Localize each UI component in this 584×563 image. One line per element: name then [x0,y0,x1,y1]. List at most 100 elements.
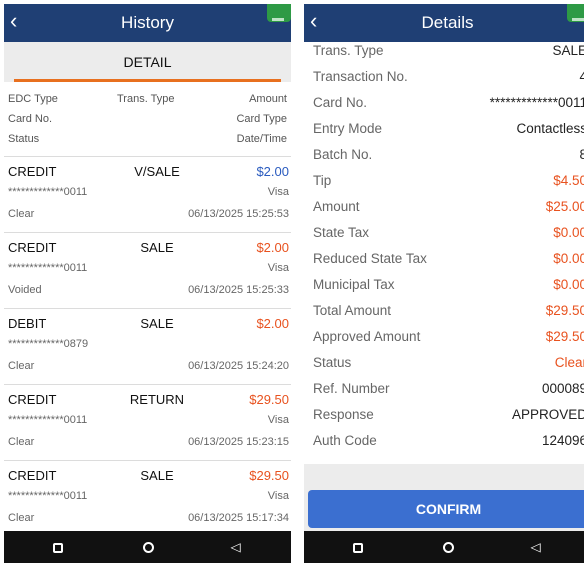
detail-value: 8 [579,147,584,162]
page-title: Details [421,13,474,32]
trans-type: SALE [140,240,174,255]
detail-label: Amount [313,199,360,214]
transaction-row[interactable]: CREDIT V/SALE $2.00 *************0011 Visa … [4,156,291,231]
detail-value: $0.00 [553,277,584,292]
trans-type: RETURN [129,392,185,407]
transaction-row[interactable]: CREDIT SALE $2.00 *************0011 Visa Vo… [4,232,291,307]
detail-label: Batch No. [313,147,373,162]
detail-value: $29.50 [545,329,584,344]
detail-row-transaction-no: Transaction No. 4 [304,66,584,88]
detail-row-tip: Tip $4.50 [304,170,584,192]
detail-value: $0.00 [553,251,584,266]
history-appbar: ‹ History [4,4,291,42]
detail-label: Response [313,407,374,422]
terminal-status-icon [567,4,584,22]
header-row-3: Status Date/Time [4,130,291,148]
detail-value: APPROVED [511,407,584,422]
detail-label: Ref. Number [313,381,390,396]
details-appbar: ‹ Details [304,4,584,42]
detail-value: $4.50 [553,173,584,188]
trans-type: SALE [140,468,174,483]
recents-button[interactable] [338,531,378,563]
date-time: 06/13/2025 15:24:20 [188,360,289,372]
square-icon [353,542,363,553]
trans-type: SALE [140,316,174,331]
edc-type: CREDIT [8,392,57,407]
card-type: Visa [267,262,289,274]
detail-row-state-tax: State Tax $0.00 [304,222,584,244]
status-text: Clear [8,436,35,448]
tab-detail[interactable]: DETAIL [14,42,281,82]
amount: $29.50 [249,392,289,407]
nav-back-button[interactable]: ◁ [216,531,256,563]
nav-back-button[interactable]: ◁ [516,531,556,563]
detail-label: Tip [313,173,332,188]
detail-row-entry-mode: Entry Mode Contactless [304,118,584,140]
detail-label: Transaction No. [313,69,408,84]
status-text: Clear [8,360,35,372]
header-edc-type: EDC Type [8,93,58,105]
header-card-no: Card No. [8,113,53,125]
page-title: History [121,13,174,32]
transaction-row[interactable]: DEBIT SALE $2.00 *************0879 Clear 06… [4,308,291,383]
detail-row-total-amount: Total Amount $29.50 [304,300,584,322]
recents-button[interactable] [38,531,78,563]
detail-value: 000089 [541,381,584,396]
date-time: 06/13/2025 15:25:33 [188,284,289,296]
detail-label: Status [313,355,352,370]
detail-value: 4 [579,69,584,84]
date-time: 06/13/2025 15:25:53 [188,208,289,220]
header-date-time: Date/Time [236,133,287,145]
circle-icon [142,542,154,554]
detail-value: *************0011 [489,95,584,110]
trans-type: V/SALE [134,164,180,179]
card-number: *************0011 [8,490,88,502]
detail-label: Reduced State Tax [313,251,427,266]
detail-label: Municipal Tax [313,277,395,292]
detail-row-approved-amount: Approved Amount $29.50 [304,326,584,348]
detail-row-response: Response APPROVED [304,404,584,426]
amount: $2.00 [256,316,289,331]
card-number: *************0011 [8,262,88,274]
card-number: *************0011 [8,186,88,198]
detail-value: Clear [554,355,584,370]
detail-row-ref-number: Ref. Number 000089 [304,378,584,400]
details-screen: ‹ Details Trans. Type SALE Transaction No… [304,4,584,563]
detail-label: Auth Code [313,433,377,448]
tab-bar: DETAIL [4,42,291,82]
home-button[interactable] [128,531,168,563]
circle-icon [442,542,454,554]
triangle-back-icon: ◁ [230,540,242,554]
detail-value: 124096 [541,433,584,448]
detail-value: $0.00 [553,225,584,240]
card-type: Visa [267,414,289,426]
detail-label: Total Amount [313,303,392,318]
transaction-row[interactable]: CREDIT RETURN $29.50 *************0011 Visa… [4,384,291,459]
edc-type: CREDIT [8,468,57,483]
amount: $2.00 [256,240,289,255]
status-text: Clear [8,208,35,220]
detail-row-reduced-state-tax: Reduced State Tax $0.00 [304,248,584,270]
status-text: Clear [8,512,35,524]
detail-value: Contactless [516,121,584,136]
detail-row-trans-type: Trans. Type SALE [304,40,584,62]
detail-value: SALE [552,43,584,58]
detail-label: Trans. Type [313,43,384,58]
detail-row-auth-code: Auth Code 124096 [304,430,584,452]
detail-value: $25.00 [545,199,584,214]
triangle-back-icon: ◁ [530,540,542,554]
edc-type: DEBIT [8,316,47,331]
home-button[interactable] [428,531,468,563]
transaction-row[interactable]: CREDIT SALE $29.50 *************0011 Visa C… [4,460,291,535]
date-time: 06/13/2025 15:23:15 [188,436,289,448]
amount: $2.00 [256,164,289,179]
header-row-2: Card No. Card Type [4,110,291,128]
detail-row-card-no: Card No. *************0011 [304,92,584,114]
card-number: *************0879 [8,338,89,350]
detail-label: Entry Mode [313,121,383,136]
status-text: Voided [8,284,42,296]
header-card-type: Card Type [236,113,287,125]
edc-type: CREDIT [8,164,57,179]
detail-label: Card No. [313,95,368,110]
confirm-button[interactable]: CONFIRM [308,490,584,528]
